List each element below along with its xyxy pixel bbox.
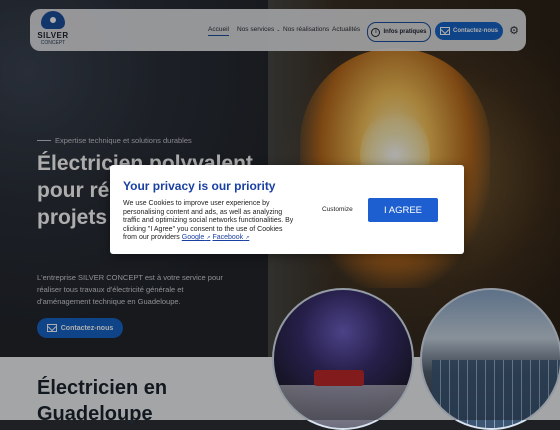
facebook-link-label: Facebook (212, 234, 244, 241)
google-link[interactable]: Google ↗ (182, 234, 211, 241)
consent-body: We use Cookies to improve user experienc… (123, 200, 298, 243)
customize-button[interactable]: Customize (322, 206, 353, 213)
agree-button[interactable]: I AGREE (368, 198, 438, 222)
external-link-icon: ↗ (206, 235, 211, 241)
google-link-label: Google (181, 234, 205, 241)
facebook-link[interactable]: Facebook ↗ (212, 234, 249, 241)
external-link-icon: ↗ (245, 235, 250, 241)
cookie-consent-dialog: Your privacy is our priority We use Cook… (110, 165, 464, 254)
consent-title: Your privacy is our priority (123, 179, 276, 193)
